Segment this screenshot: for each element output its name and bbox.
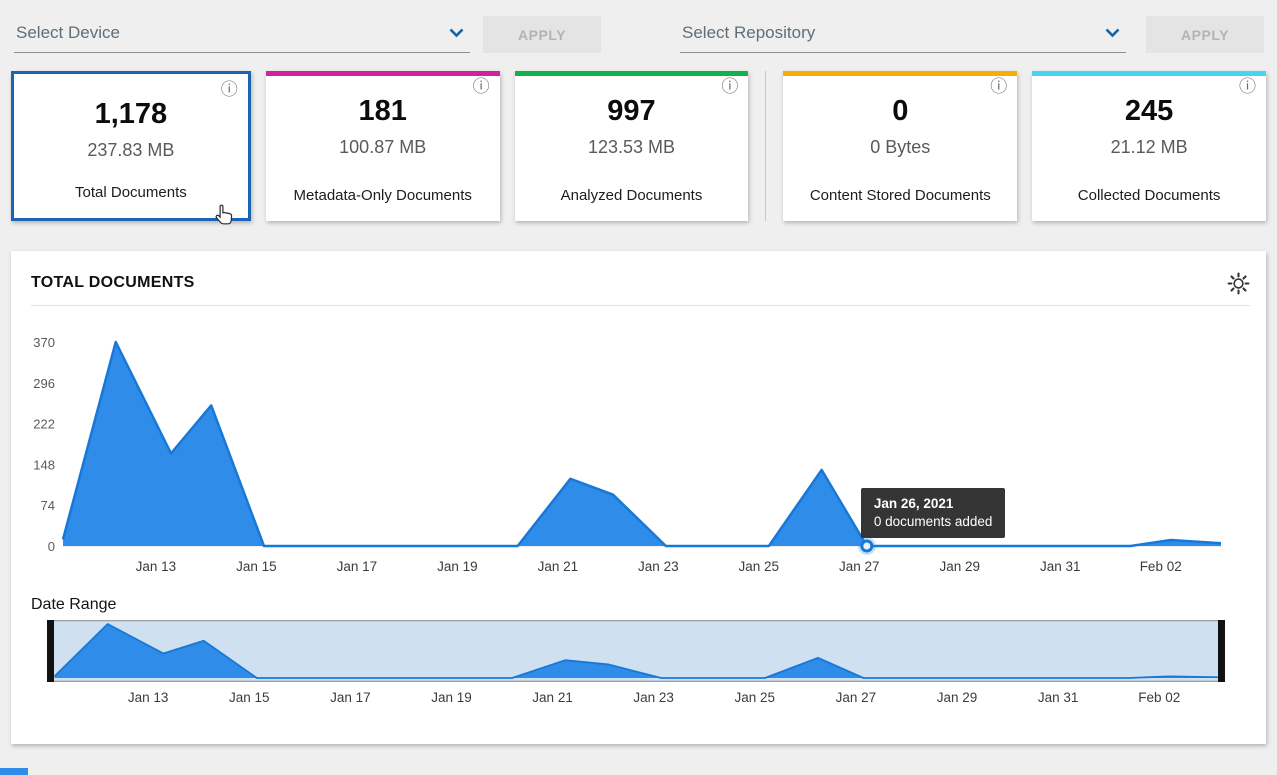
card-accent-bar [515,71,749,76]
card-analyzed-documents[interactable]: ⓘ 997 123.53 MB Analyzed Documents [515,71,749,221]
info-icon[interactable]: ⓘ [221,81,238,98]
svg-text:Jan 31: Jan 31 [1038,690,1079,705]
svg-text:Jan 15: Jan 15 [236,559,277,574]
brush-right-handle[interactable] [1218,620,1225,682]
svg-text:Jan 27: Jan 27 [839,559,880,574]
card-size: 123.53 MB [523,137,741,158]
card-size: 237.83 MB [22,140,240,161]
panel-title: TOTAL DOCUMENTS [31,274,195,292]
card-metadata-only-documents[interactable]: ⓘ 181 100.87 MB Metadata-Only Documents [266,71,500,221]
card-collected-documents[interactable]: ⓘ 245 21.12 MB Collected Documents [1032,71,1266,221]
card-accent-bar [266,71,500,76]
date-range-label: Date Range [31,596,1250,614]
svg-text:Jan 17: Jan 17 [337,559,378,574]
svg-text:74: 74 [41,498,55,513]
repository-apply-button[interactable]: APPLY [1146,16,1264,53]
card-size: 21.12 MB [1040,137,1258,158]
svg-text:Feb 02: Feb 02 [1140,559,1182,574]
device-apply-button[interactable]: APPLY [483,16,601,53]
area-chart[interactable]: 0 74 148 222 296 370 Jan 13 Jan 15 Jan 17 Jan 19 J… [31,312,1250,580]
card-count: 1,178 [22,98,240,131]
chevron-down-icon [449,23,464,43]
settings-gear-icon[interactable] [1227,272,1250,295]
card-count: 997 [523,95,741,128]
svg-text:Jan 13: Jan 13 [136,559,177,574]
svg-text:Jan 29: Jan 29 [937,690,978,705]
card-count: 0 [791,95,1009,128]
card-accent-bar [783,71,1017,76]
svg-text:Jan 19: Jan 19 [431,690,472,705]
info-icon[interactable]: ⓘ [721,78,738,95]
svg-text:Jan 13: Jan 13 [128,690,169,705]
card-count: 181 [274,95,492,128]
svg-text:Jan 21: Jan 21 [538,559,579,574]
svg-text:Jan 23: Jan 23 [638,559,679,574]
svg-text:Jan 27: Jan 27 [836,690,877,705]
card-label: Analyzed Documents [515,187,749,204]
info-icon[interactable]: ⓘ [990,78,1007,95]
card-label: Collected Documents [1032,187,1266,204]
filter-bar: Select Device APPLY Select Repository AP… [0,0,1277,53]
card-label: Metadata-Only Documents [266,187,500,204]
repository-select-placeholder: Select Repository [682,23,815,43]
date-range-brush-svg[interactable]: Jan 13 Jan 15 Jan 17 Jan 19 Jan 21 Jan 23 Jan … [47,620,1225,708]
card-size: 0 Bytes [791,137,1009,158]
card-size: 100.87 MB [274,137,492,158]
svg-text:Jan 25: Jan 25 [739,559,780,574]
panel-header: TOTAL DOCUMENTS [31,271,1250,295]
brush-left-handle[interactable] [47,620,54,682]
svg-text:Jan 23: Jan 23 [633,690,674,705]
chevron-down-icon [1105,23,1120,43]
card-total-documents[interactable]: ⓘ 1,178 237.83 MB Total Documents [11,71,251,221]
dashboard-page: Select Device APPLY Select Repository AP… [0,0,1277,775]
svg-text:222: 222 [33,417,55,432]
card-count: 245 [1040,95,1258,128]
chart-section: 074148222296370Jan 13Jan 15Jan 17Jan 19J… [31,305,1250,708]
device-select[interactable]: Select Device [14,23,470,53]
svg-text:Jan 21: Jan 21 [532,690,573,705]
card-label: Content Stored Documents [783,187,1017,204]
area-chart-svg[interactable]: 0 74 148 222 296 370 Jan 13 Jan 15 Jan 17 Jan 19 J… [31,312,1247,580]
card-accent-bar [1032,71,1266,76]
device-select-placeholder: Select Device [16,23,120,43]
card-content-stored-documents[interactable]: ⓘ 0 0 Bytes Content Stored Documents [783,71,1017,221]
svg-text:370: 370 [33,335,55,350]
date-range-brush[interactable]: Jan 13 Jan 15 Jan 17 Jan 19 Jan 21 Jan 23 Jan … [47,620,1250,708]
stat-cards-row: ⓘ 1,178 237.83 MB Total Documents ⓘ 181 … [11,71,1266,221]
svg-text:Jan 25: Jan 25 [735,690,776,705]
info-icon[interactable]: ⓘ [1239,78,1256,95]
svg-text:Jan 31: Jan 31 [1040,559,1081,574]
svg-text:Jan 29: Jan 29 [939,559,980,574]
page-corner-accent [0,768,28,775]
svg-text:Jan 19: Jan 19 [437,559,478,574]
svg-text:Jan 17: Jan 17 [330,690,371,705]
svg-text:0: 0 [48,539,55,554]
cards-divider [765,71,766,221]
svg-text:296: 296 [33,376,55,391]
total-documents-panel: TOTAL DOCUMENTS [11,251,1266,744]
svg-text:Feb 02: Feb 02 [1138,690,1180,705]
repository-select[interactable]: Select Repository [680,23,1126,53]
info-icon[interactable]: ⓘ [473,78,490,95]
svg-text:Jan 15: Jan 15 [229,690,270,705]
svg-text:148: 148 [33,457,55,472]
card-label: Total Documents [14,184,248,201]
